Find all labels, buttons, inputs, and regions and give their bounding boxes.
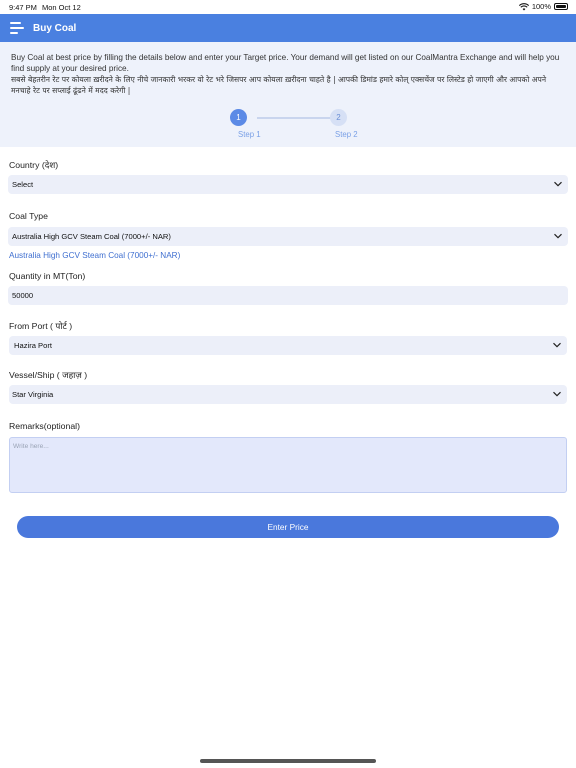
remarks-label: Remarks(optional) xyxy=(9,421,80,431)
from-port-label: From Port ( पोर्ट ) xyxy=(9,321,73,331)
remarks-textarea[interactable]: Write here... xyxy=(9,437,567,493)
intro-text-hindi: सबसे बेहतरीन रेट पर कोयला ख़रीदने के लिए… xyxy=(11,75,547,95)
status-time: 9:47 PM xyxy=(9,3,37,12)
country-value: Select xyxy=(12,180,34,189)
stepper: 1 2 Step 1 Step 2 xyxy=(11,106,565,146)
page-title: Buy Coal xyxy=(33,22,77,34)
remarks-placeholder: Write here... xyxy=(13,443,49,450)
step-1-label: Step 1 xyxy=(238,130,261,139)
wifi-icon xyxy=(518,2,529,10)
vessel-select[interactable]: Star Virginia xyxy=(9,385,567,404)
coal-type-value: Australia High GCV Steam Coal (7000+/- N… xyxy=(12,232,171,241)
coal-type-label: Coal Type xyxy=(9,211,48,221)
battery-icon xyxy=(554,3,568,10)
quantity-label: Quantity in MT(Ton) xyxy=(9,271,86,281)
chevron-down-icon xyxy=(554,233,562,239)
stepper-connector xyxy=(257,117,341,119)
step-1-indicator: 1 xyxy=(230,109,247,126)
menu-icon[interactable] xyxy=(10,22,24,34)
vessel-value: Star Virginia xyxy=(12,390,54,399)
chevron-down-icon xyxy=(553,342,561,348)
battery-percent: 100% xyxy=(531,2,551,11)
from-port-select[interactable]: Hazira Port xyxy=(9,336,567,355)
chevron-down-icon xyxy=(553,391,561,397)
coal-type-select[interactable]: Australia High GCV Steam Coal (7000+/- N… xyxy=(8,227,568,246)
vessel-label: Vessel/Ship ( जहाज़ ) xyxy=(9,370,88,380)
chevron-down-icon xyxy=(554,181,562,187)
country-label: Country (देश) xyxy=(9,160,59,170)
from-port-value: Hazira Port xyxy=(14,341,52,350)
status-bar: 9:47 PM Mon Oct 12 100% xyxy=(0,0,576,14)
intro-panel: Buy Coal at best price by filling the de… xyxy=(0,42,576,147)
header-bar: Buy Coal xyxy=(0,14,576,42)
intro-text-english: Buy Coal at best price by filling the de… xyxy=(11,53,560,73)
status-right: 100% xyxy=(518,2,568,11)
country-select[interactable]: Select xyxy=(8,175,568,194)
enter-price-button[interactable]: Enter Price xyxy=(17,516,559,538)
step-2-label: Step 2 xyxy=(335,130,358,139)
home-indicator[interactable] xyxy=(200,759,376,763)
quantity-input[interactable]: 50000 xyxy=(8,286,568,305)
step-2-indicator: 2 xyxy=(330,109,347,126)
coal-type-selected-hint: Australia High GCV Steam Coal (7000+/- N… xyxy=(9,251,181,260)
status-date: Mon Oct 12 xyxy=(42,3,81,12)
quantity-value: 50000 xyxy=(12,291,34,300)
